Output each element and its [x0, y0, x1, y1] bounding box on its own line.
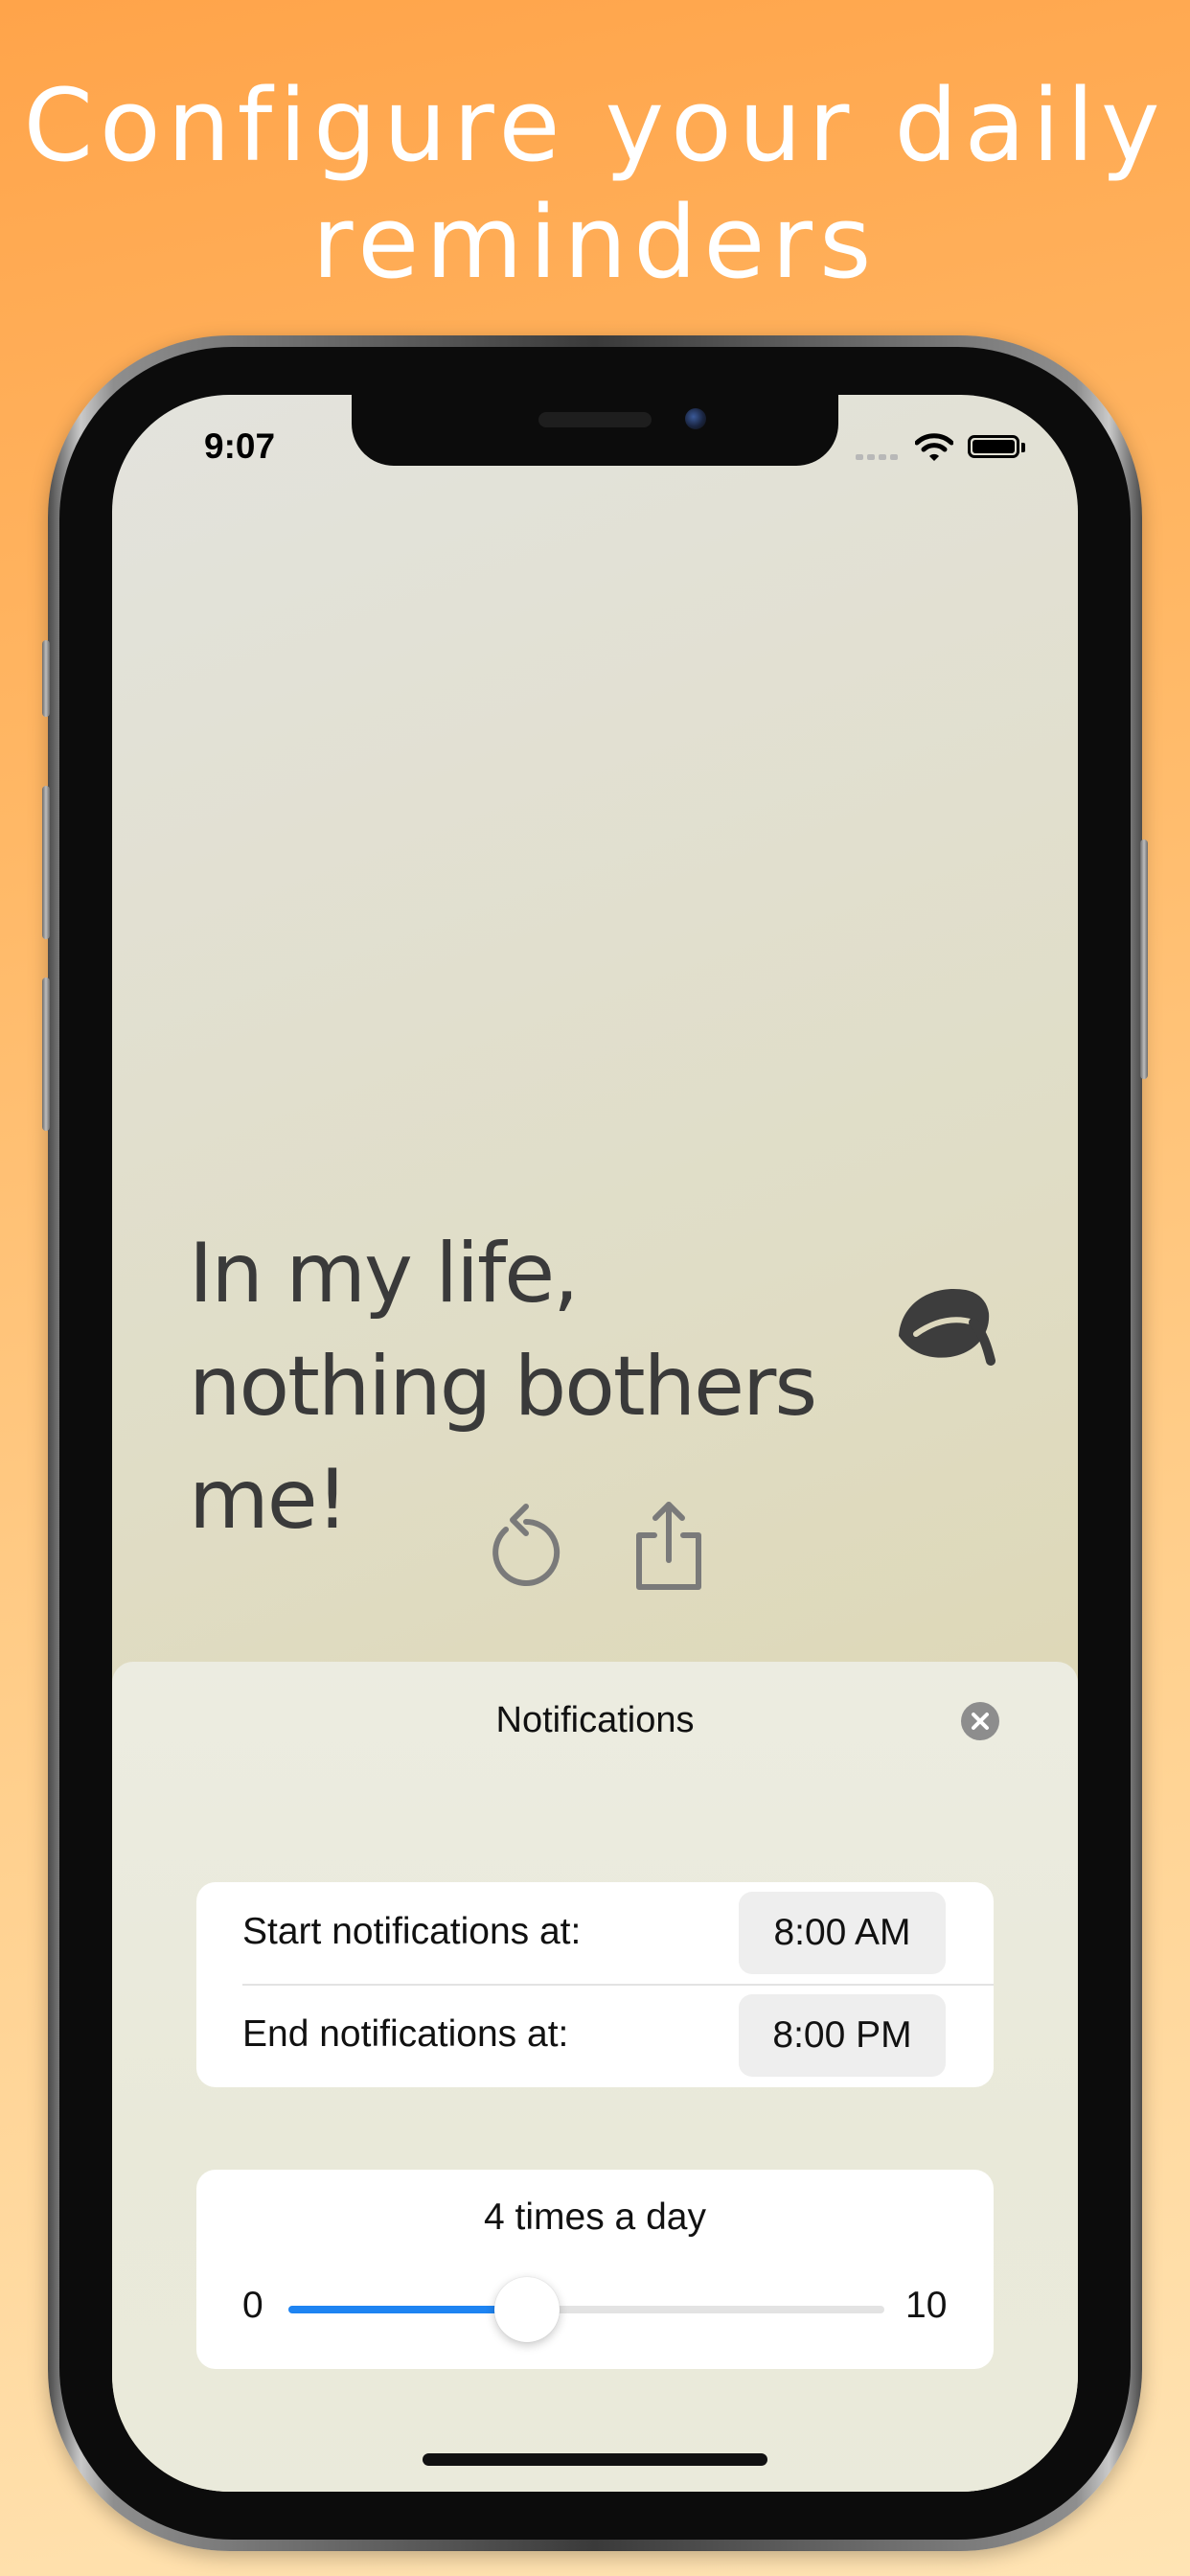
end-time-row: End notifications at: 8:00 PM [196, 1985, 994, 2087]
leaf-icon[interactable] [891, 1276, 998, 1372]
volume-up-button [42, 786, 50, 939]
sheet-title: Notifications [495, 1700, 695, 1740]
refresh-icon[interactable] [480, 1497, 566, 1593]
headline-line-2: reminders [311, 184, 879, 301]
start-time-row: Start notifications at: 8:00 AM [196, 1882, 994, 1985]
frequency-slider[interactable] [288, 2277, 884, 2342]
close-icon [972, 1713, 989, 1730]
battery-icon [968, 435, 1019, 458]
slider-min-label: 0 [242, 2285, 263, 2326]
headline-line-1: Configure your daily [23, 67, 1167, 184]
marketing-headline: Configure your daily reminders [0, 67, 1190, 301]
share-icon[interactable] [626, 1497, 712, 1593]
battery-tip [1021, 443, 1025, 452]
slider-fill [288, 2306, 527, 2313]
notch [352, 395, 838, 466]
volume-down-button [42, 978, 50, 1131]
start-time-picker[interactable]: 8:00 AM [739, 1892, 946, 1974]
close-button[interactable] [961, 1702, 999, 1740]
slider-thumb[interactable] [493, 2277, 560, 2342]
signal-icon [856, 454, 898, 460]
camera-icon [685, 408, 706, 429]
frequency-label: 4 times a day [484, 2196, 706, 2238]
frequency-card: 4 times a day 0 10 [196, 2170, 994, 2369]
time-range-card: Start notifications at: 8:00 AM End noti… [196, 1882, 994, 2087]
mute-switch [42, 640, 50, 717]
status-time: 9:07 [204, 426, 276, 466]
speaker-grille [538, 412, 652, 427]
app-screen: 9:07 In my life, nothing bothers me! Not… [112, 395, 1078, 2492]
start-time-label: Start notifications at: [242, 1911, 582, 1952]
slider-max-label: 10 [905, 2285, 948, 2326]
wifi-icon [915, 433, 953, 461]
end-time-label: End notifications at: [242, 2013, 569, 2055]
home-indicator[interactable] [423, 2453, 767, 2466]
end-time-picker[interactable]: 8:00 PM [739, 1994, 946, 2077]
power-button [1140, 840, 1148, 1079]
notifications-sheet: Notifications Start notifications at: 8:… [112, 1662, 1078, 2492]
